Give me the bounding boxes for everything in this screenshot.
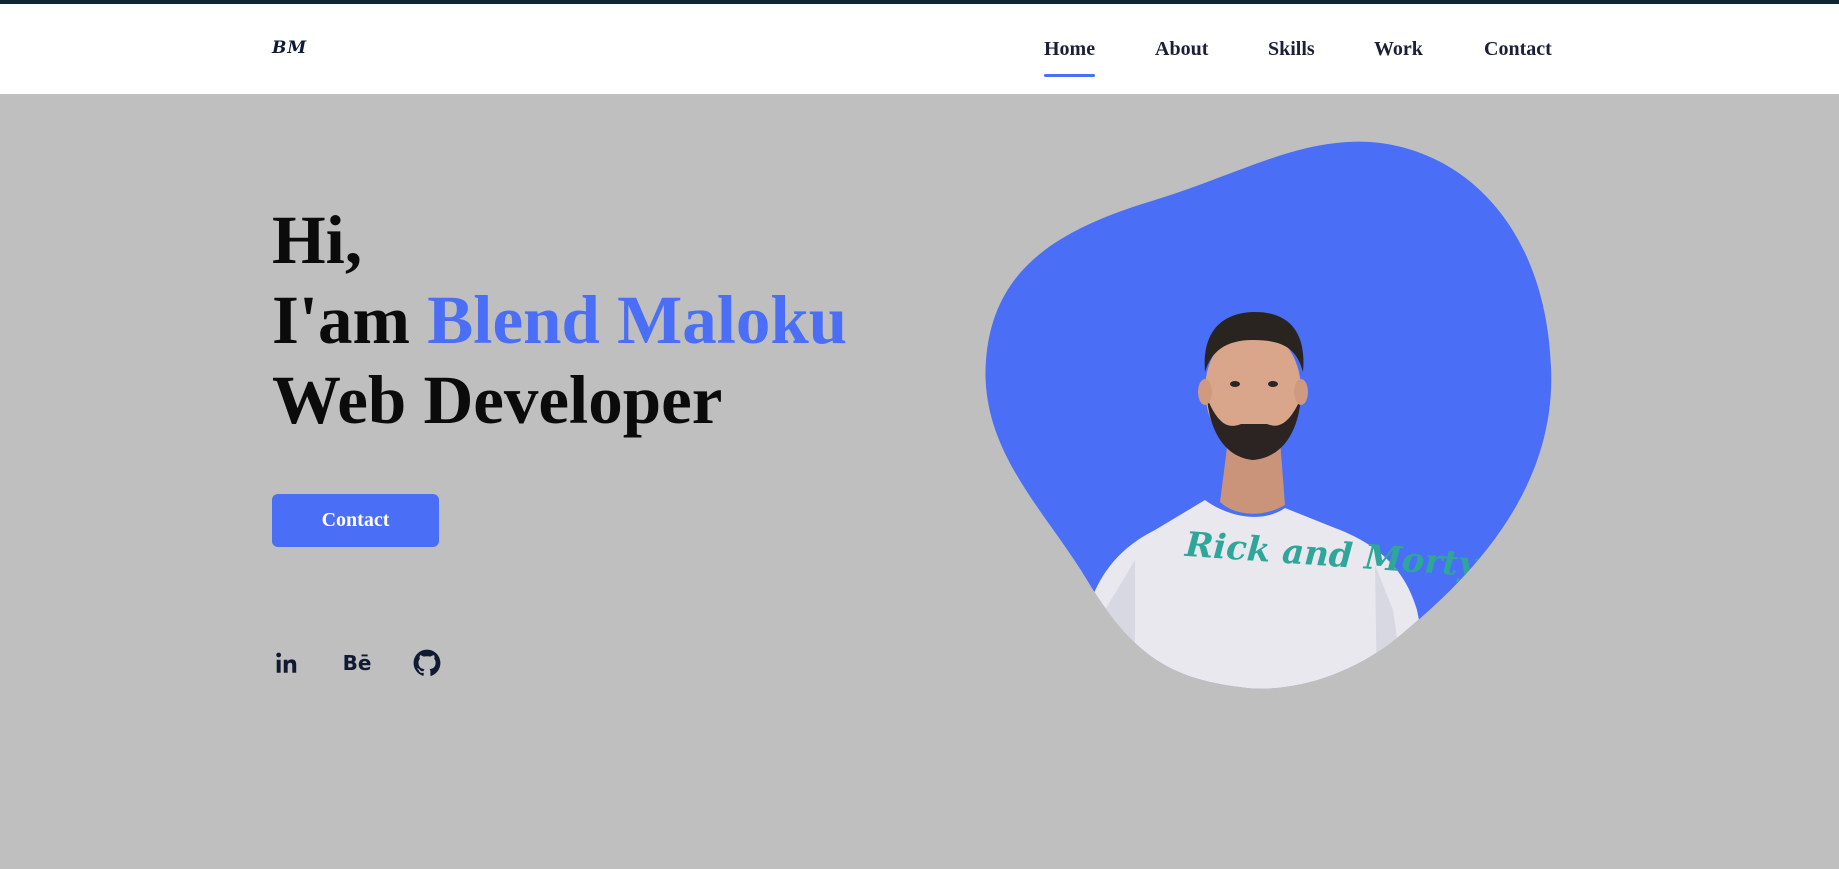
hero-intro: I'am Blend Maloku xyxy=(272,280,847,360)
github-icon[interactable] xyxy=(412,648,442,678)
nav-home[interactable]: Home xyxy=(1044,38,1096,77)
portrait-blob-svg: Rick and Morty xyxy=(985,141,1552,689)
github-glyph xyxy=(413,649,441,676)
nav-about[interactable]: About xyxy=(1155,38,1208,61)
nav-skills[interactable]: Skills xyxy=(1268,38,1315,61)
nav-work[interactable]: Work xyxy=(1374,38,1423,61)
hero-intro-prefix: I'am xyxy=(272,282,428,358)
hero-greeting: Hi, xyxy=(272,202,363,278)
contact-button[interactable]: Contact xyxy=(272,494,439,547)
hero-role: Web Developer xyxy=(272,362,723,438)
hero-heading: Hi, I'am Blend Maloku Web Developer xyxy=(272,200,847,440)
linkedin-icon[interactable] xyxy=(272,648,302,678)
behance-glyph: Bē xyxy=(342,651,372,675)
hero-image-blob: Rick and Morty xyxy=(985,140,1557,692)
linkedin-glyph xyxy=(276,652,297,673)
logo[interactable]: BM xyxy=(272,38,307,58)
behance-icon[interactable]: Bē xyxy=(342,648,372,678)
nav-contact[interactable]: Contact xyxy=(1484,38,1552,61)
hero-name: Blend Maloku xyxy=(427,282,848,358)
site-header: BM Home About Skills Work Contact xyxy=(0,4,1839,94)
